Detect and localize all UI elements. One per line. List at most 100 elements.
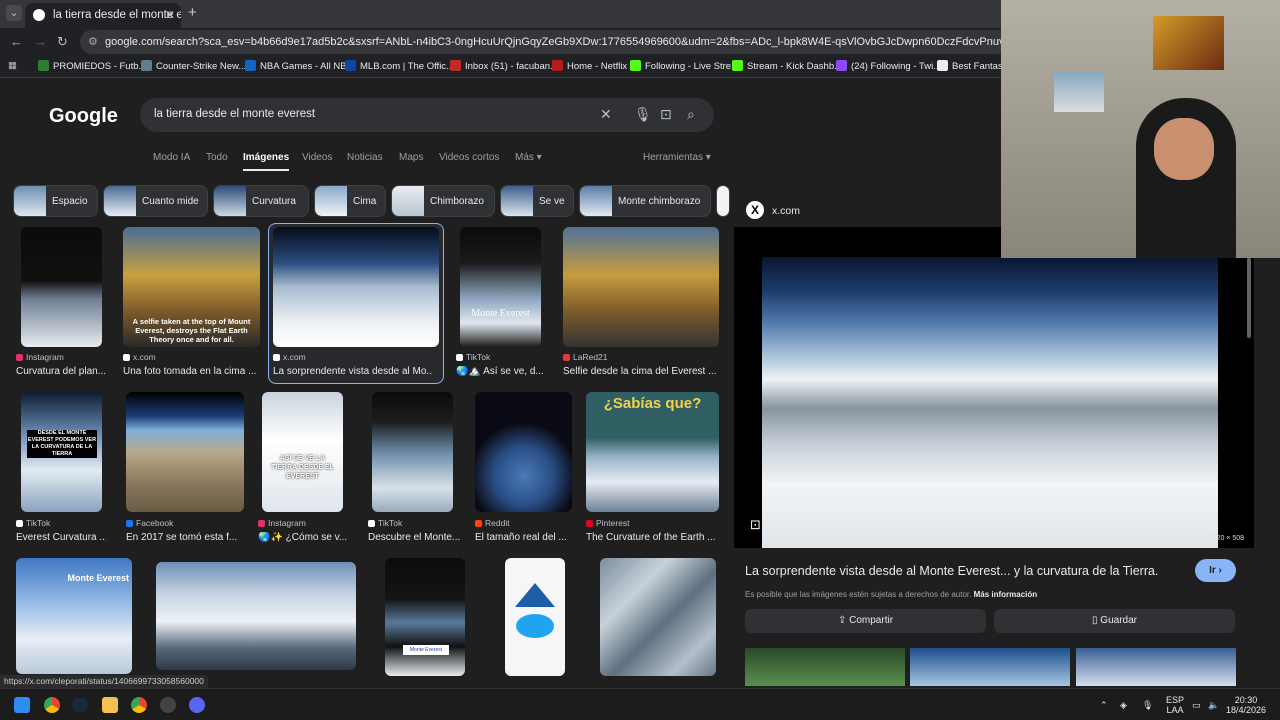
result-thumbnail[interactable] <box>372 392 453 512</box>
chip-cima[interactable]: Cima <box>314 185 386 217</box>
chip-espacio[interactable]: Espacio <box>13 185 98 217</box>
apps-icon[interactable]: ▦ <box>8 60 17 71</box>
result-thumbnail[interactable] <box>563 227 719 347</box>
chevron-up-icon[interactable]: ⌃ <box>1100 700 1108 710</box>
close-tab-icon[interactable]: ✕ <box>165 8 175 22</box>
bookmark-counter-strike[interactable]: Counter-Strike New... <box>141 60 246 72</box>
tab-todo[interactable]: Todo <box>206 152 228 163</box>
clock[interactable]: 20:30 18/4/2026 <box>1222 695 1270 715</box>
result-title[interactable]: The Curvature of the Earth ... <box>586 532 719 543</box>
more-info-link[interactable]: Más información <box>974 590 1038 599</box>
result-title[interactable]: Curvatura del plan... <box>16 366 116 377</box>
result-thumbnail[interactable] <box>505 558 565 676</box>
panel-scrollbar[interactable] <box>1247 258 1251 338</box>
back-icon[interactable]: ← <box>10 34 23 49</box>
result-thumbnail[interactable]: Monte Everest <box>16 558 132 674</box>
related-thumbnail[interactable] <box>910 648 1070 686</box>
chip-cuanto-mide[interactable]: Cuanto mide <box>103 185 208 217</box>
google-logo[interactable]: Google <box>49 105 118 128</box>
result-source: x.com <box>273 352 306 362</box>
chip-chimborazo[interactable]: Chimborazo <box>391 185 495 217</box>
volume-tray-icon[interactable]: 🔈 <box>1208 700 1219 710</box>
bookmark-promiedos[interactable]: PROMIEDOS - Futb... <box>38 60 146 72</box>
result-title[interactable]: La sorprendente vista desde al Mo... <box>273 366 433 377</box>
bookmark-nba[interactable]: NBA Games - All NB... <box>245 60 355 72</box>
tab-videos-cortos[interactable]: Videos cortos <box>439 152 499 163</box>
search-icon[interactable]: ⌕ <box>687 106 695 123</box>
result-thumbnail[interactable] <box>475 392 572 512</box>
windows-start-icon[interactable] <box>14 697 30 713</box>
network-tray-icon[interactable]: ◈ <box>1120 700 1127 710</box>
result-thumbnail[interactable]: Monte Everest <box>385 558 465 676</box>
tab-modo-ia[interactable]: Modo IA <box>153 152 190 163</box>
steam-icon[interactable] <box>72 697 88 713</box>
chrome-profile-icon[interactable] <box>131 697 147 713</box>
thumbnail-caption: DESDE EL MONTE EVEREST PODEMOS VER LA CU… <box>27 430 97 458</box>
result-title[interactable]: Una foto tomada en la cima ... <box>123 366 260 377</box>
lens-search-icon[interactable]: ⊡ <box>750 517 761 533</box>
chip-more[interactable] <box>716 185 730 217</box>
bookmark-inbox[interactable]: Inbox (51) - facuban... <box>450 60 558 72</box>
result-thumbnail[interactable]: DESDE EL MONTE EVEREST PODEMOS VER LA CU… <box>21 392 102 512</box>
bookmark-twitch[interactable]: (24) Following - Twi... <box>836 60 941 72</box>
new-tab-icon[interactable]: + <box>188 4 197 21</box>
result-title[interactable]: 🌏🏔️ Así se ve, d... <box>456 366 546 377</box>
search-box[interactable]: la tierra desde el monte everest ✕ 🎙 ⊡ ⌕ <box>140 98 714 132</box>
site-info-icon[interactable]: ⚙ <box>88 35 98 48</box>
result-title[interactable]: Selfie desde la cima del Everest ... <box>563 366 719 377</box>
bookmark-netflix[interactable]: Home - Netflix <box>552 60 627 72</box>
tab-imagenes[interactable]: Imágenes <box>243 152 290 171</box>
result-thumbnail[interactable]: A selfie taken at the top of Mount Evere… <box>123 227 260 347</box>
preview-title[interactable]: La sorprendente vista desde al Monte Eve… <box>745 564 1158 578</box>
tab-maps[interactable]: Maps <box>399 152 423 163</box>
preview-source[interactable]: Xx.com <box>746 201 800 219</box>
result-thumbnail[interactable]: Monte Everest <box>460 227 541 347</box>
result-thumbnail[interactable]: ¿Sabías que? <box>586 392 719 512</box>
tab-mas[interactable]: Más ▾ <box>515 152 542 163</box>
result-title[interactable]: Everest Curvatura ... <box>16 532 106 543</box>
mic-tray-icon[interactable]: 🎙 <box>1142 700 1153 710</box>
tab-videos[interactable]: Videos <box>302 152 332 163</box>
forward-icon[interactable]: → <box>34 34 47 49</box>
share-button[interactable]: ⇪ Compartir <box>745 609 986 633</box>
chip-se-ve[interactable]: Se ve <box>500 185 574 217</box>
result-thumbnail[interactable] <box>126 392 244 512</box>
bookmark-mlb[interactable]: MLB.com | The Offic... <box>345 60 454 72</box>
result-title[interactable]: El tamaño real del ... <box>475 532 572 543</box>
bookmark-kick-dashboard[interactable]: Stream - Kick Dashb... <box>732 60 842 72</box>
language-indicator[interactable]: ESP LAA <box>1164 695 1186 715</box>
result-title[interactable]: Descubre el Monte... <box>368 532 463 543</box>
tab-noticias[interactable]: Noticias <box>347 152 383 163</box>
voice-search-icon[interactable]: 🎙 <box>634 106 652 123</box>
github-icon[interactable] <box>160 697 176 713</box>
result-thumbnail[interactable] <box>21 227 102 347</box>
bookmark-kick-following[interactable]: Following - Live Stre... <box>630 60 739 72</box>
tools-button[interactable]: Herramientas ▾ <box>643 152 711 163</box>
monitor-tray-icon[interactable]: ▭ <box>1192 700 1201 710</box>
related-thumbnail[interactable] <box>745 648 905 686</box>
save-button[interactable]: ▯ Guardar <box>994 609 1235 633</box>
result-thumbnail[interactable] <box>273 227 439 347</box>
result-thumbnail[interactable]: ASÍ SE VE LA TIERRA DESDE EL EVEREST <box>262 392 343 512</box>
address-bar[interactable]: ⚙ google.com/search?sca_esv=b4b66d9e17ad… <box>80 30 1010 54</box>
visit-button[interactable]: Ir › <box>1195 559 1236 582</box>
chip-monte-chimborazo[interactable]: Monte chimborazo <box>579 185 711 217</box>
result-title[interactable]: 🌏✨ ¿Cómo se v... <box>258 532 348 543</box>
chip-curvatura[interactable]: Curvatura <box>213 185 309 217</box>
chrome-icon[interactable] <box>44 697 60 713</box>
result-title[interactable]: En 2017 se tomó esta f... <box>126 532 246 543</box>
bookmark-favicon-icon <box>38 60 49 71</box>
tab-search-button[interactable]: ⌄ <box>6 5 22 21</box>
clear-icon[interactable]: ✕ <box>600 106 612 123</box>
reload-icon[interactable]: ↻ <box>57 34 68 50</box>
discord-icon[interactable] <box>189 697 205 713</box>
result-thumbnail[interactable] <box>156 562 356 670</box>
thumbnail-caption: Monte Everest <box>67 573 129 583</box>
browser-tab[interactable]: la tierra desde el monte everest ✕ <box>25 3 181 28</box>
related-thumbnail[interactable] <box>1076 648 1236 686</box>
tab-title: la tierra desde el monte everest <box>53 9 181 21</box>
file-explorer-icon[interactable] <box>102 697 118 713</box>
result-thumbnail[interactable] <box>600 558 716 676</box>
lens-icon[interactable]: ⊡ <box>660 106 672 123</box>
preview-image[interactable]: ⊡ 720 × 508 <box>734 227 1254 548</box>
